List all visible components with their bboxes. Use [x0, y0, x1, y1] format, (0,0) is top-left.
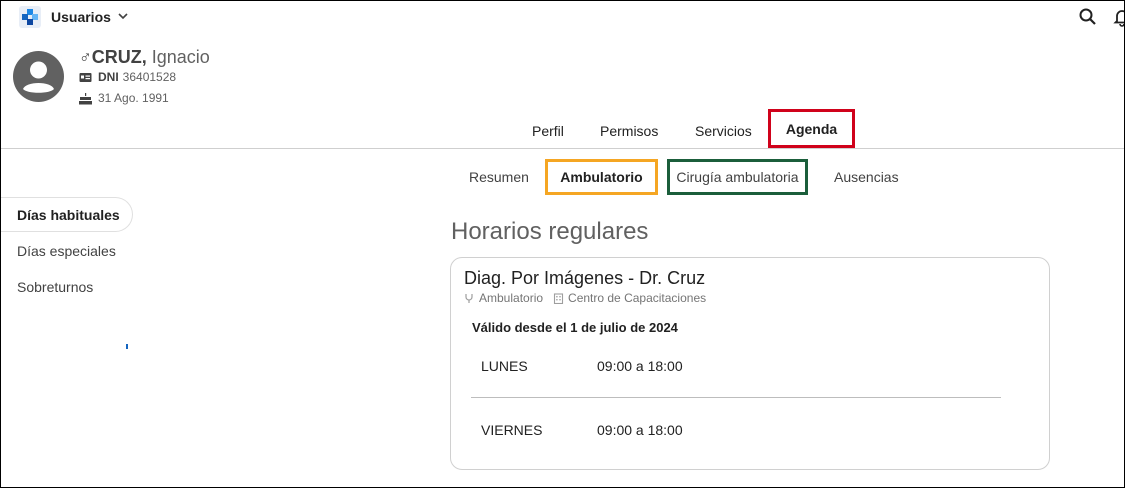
user-name: ♂CRUZ, Ignacio — [79, 47, 210, 68]
avatar-icon — [13, 51, 64, 102]
card-type: Ambulatorio — [479, 291, 544, 305]
stethoscope-icon — [465, 293, 473, 303]
side-item-label: Días habituales — [17, 206, 120, 223]
subtab-ausencias[interactable]: Ausencias — [834, 169, 899, 185]
side-mark — [126, 344, 128, 349]
dni-label: DNI — [98, 70, 119, 84]
user-first-name: Ignacio — [151, 47, 210, 67]
birthdate-row: 31 Ago. 1991 — [79, 91, 169, 105]
schedule-hours: 09:00 a 18:00 — [597, 422, 683, 438]
schedule-day: LUNES — [481, 358, 528, 374]
subtab-ambulatorio[interactable]: Ambulatorio — [545, 159, 658, 195]
valid-from: Válido desde el 1 de julio de 2024 — [472, 320, 678, 335]
tab-perfil[interactable]: Perfil — [532, 123, 564, 139]
side-item-sobreturnos[interactable]: Sobreturnos — [17, 279, 93, 295]
chevron-down-icon[interactable] — [116, 9, 130, 23]
bell-icon[interactable] — [1112, 7, 1125, 27]
id-card-icon — [79, 72, 92, 82]
section-title: Horarios regulares — [451, 218, 649, 245]
card-location: Centro de Capacitaciones — [568, 291, 707, 305]
tab-servicios[interactable]: Servicios — [695, 123, 752, 139]
side-item-dias-especiales[interactable]: Días especiales — [17, 243, 116, 259]
schedule-hours: 09:00 a 18:00 — [597, 358, 683, 374]
card-meta: Ambulatorio Centro de Capacitaciones — [464, 291, 706, 305]
tab-permisos[interactable]: Permisos — [600, 123, 658, 139]
schedule-day: VIERNES — [481, 422, 543, 438]
divider — [471, 397, 1001, 398]
subtab-cirugia-ambulatoria[interactable]: Cirugía ambulatoria — [667, 159, 808, 195]
app-logo-icon — [19, 6, 41, 28]
app-name[interactable]: Usuarios — [51, 9, 111, 25]
building-icon — [553, 292, 564, 304]
cake-icon — [79, 92, 92, 104]
dni-row: DNI 36401528 — [79, 70, 176, 84]
main-tabs: Perfil Permisos Servicios Agenda — [0, 109, 1125, 149]
side-item-dias-habituales[interactable]: Días habituales — [0, 197, 133, 232]
search-icon[interactable] — [1078, 7, 1098, 27]
subtab-resumen[interactable]: Resumen — [469, 169, 529, 185]
user-last-name: CRUZ, — [91, 47, 147, 67]
schedule-card: Diag. Por Imágenes - Dr. Cruz Ambulatori… — [450, 257, 1050, 470]
tab-agenda[interactable]: Agenda — [768, 109, 855, 148]
gender-symbol: ♂ — [79, 48, 92, 67]
dni-value: 36401528 — [122, 70, 177, 84]
card-title: Diag. Por Imágenes - Dr. Cruz — [464, 268, 706, 288]
birthdate-value: 31 Ago. 1991 — [98, 91, 169, 105]
